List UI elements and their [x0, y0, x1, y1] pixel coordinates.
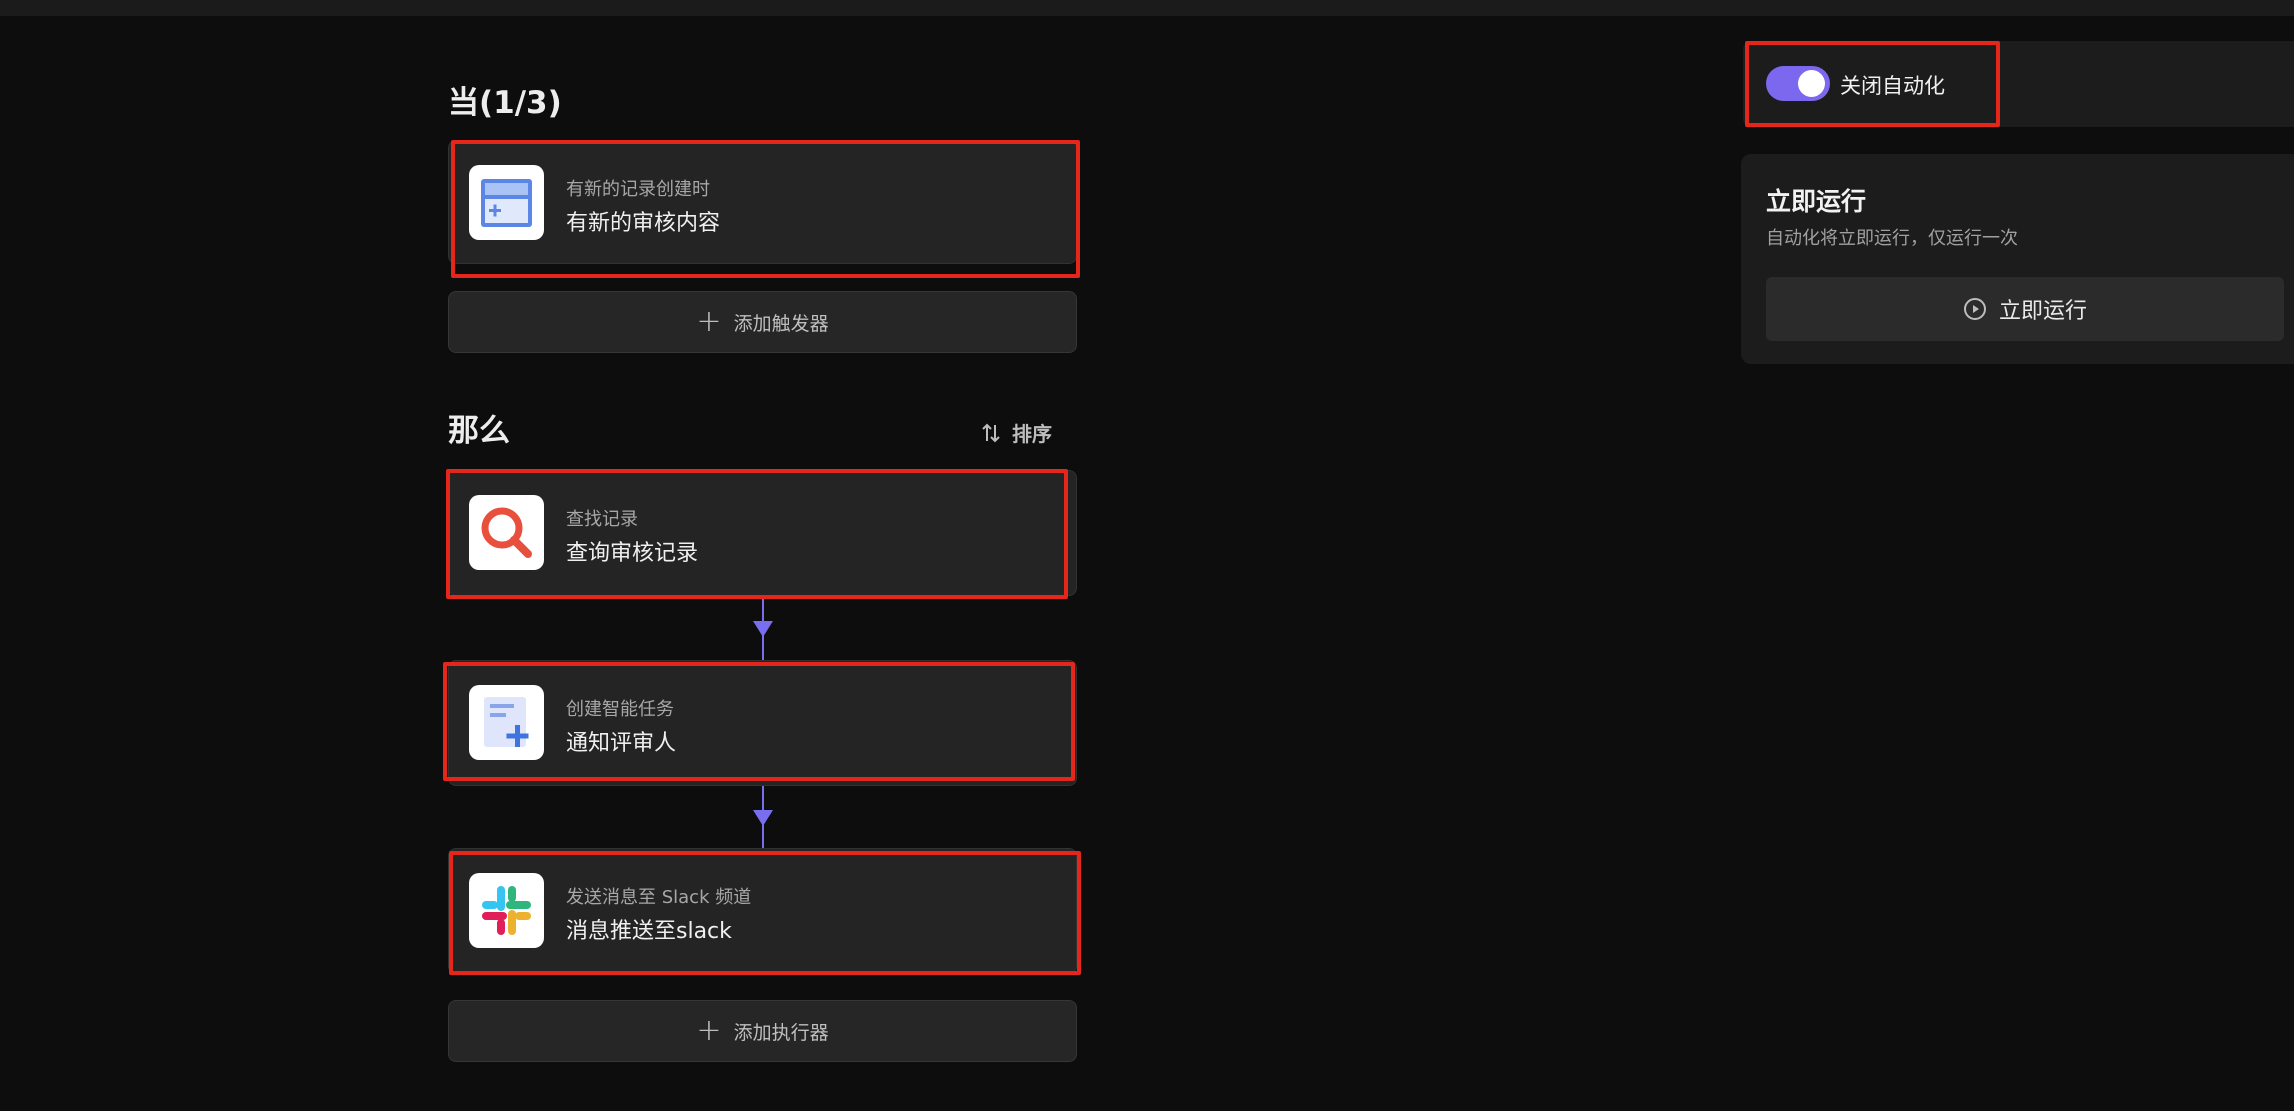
action-section-title: 那么	[448, 413, 510, 449]
plus-icon: +	[696, 304, 722, 339]
run-now-panel: 立即运行 自动化将立即运行，仅运行一次 立即运行	[1741, 154, 2294, 364]
highlight-box	[446, 469, 1068, 599]
sort-label: 排序	[1012, 422, 1052, 446]
highlight-box	[443, 662, 1075, 781]
play-circle-icon	[1963, 298, 1986, 320]
highlight-box	[1745, 41, 2000, 127]
add-trigger-button[interactable]: + 添加触发器	[448, 291, 1077, 353]
run-now-button[interactable]: 立即运行	[1766, 277, 2284, 341]
top-bar	[0, 0, 2294, 16]
run-now-description: 自动化将立即运行，仅运行一次	[1766, 228, 2018, 249]
sort-icon	[982, 423, 1000, 442]
plus-icon: +	[696, 1013, 722, 1048]
add-trigger-label: 添加触发器	[733, 312, 829, 335]
add-action-label: 添加执行器	[733, 1021, 829, 1044]
highlight-box	[451, 140, 1080, 278]
run-now-title: 立即运行	[1766, 187, 1867, 216]
highlight-box	[449, 851, 1081, 975]
flow-arrow-icon	[753, 810, 773, 826]
sort-button[interactable]: 排序	[980, 418, 1052, 447]
add-action-button[interactable]: + 添加执行器	[448, 1000, 1077, 1062]
trigger-section-title: 当(1/3)	[448, 85, 562, 121]
run-now-button-label: 立即运行	[1998, 299, 2087, 324]
flow-arrow-icon	[753, 621, 773, 637]
